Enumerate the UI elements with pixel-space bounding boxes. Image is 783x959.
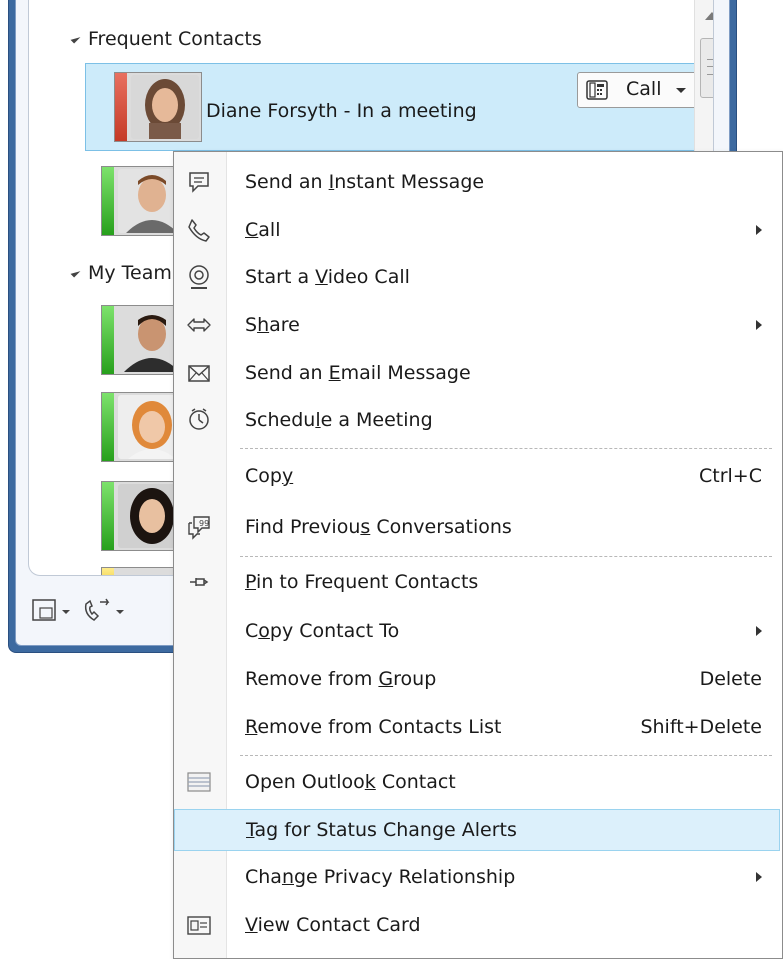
menu-item-send-instant-message[interactable]: Send an Instant Message [174, 162, 780, 202]
call-button[interactable]: Call [577, 72, 697, 108]
menu-item-remove-from-contacts-list[interactable]: Remove from Contacts List Shift+Delete [174, 707, 780, 747]
contact-name: Diane Forsyth - In a meeting [206, 100, 477, 122]
menu-item-change-privacy-relationship[interactable]: Change Privacy Relationship [174, 857, 780, 897]
presence-indicator-away [102, 568, 114, 575]
submenu-arrow-icon [756, 320, 762, 330]
collapse-triangle-icon[interactable] [70, 33, 81, 44]
avatar [114, 72, 202, 142]
envelope-icon [186, 360, 212, 386]
outlook-contact-icon [186, 769, 212, 795]
svg-text:99: 99 [199, 519, 209, 528]
chat-bubble-icon [186, 169, 212, 195]
contact-context-menu: Send an Instant Message Call Start a Vid… [173, 151, 783, 959]
submenu-arrow-icon [756, 626, 762, 636]
menu-item-remove-from-group[interactable]: Remove from Group Delete [174, 659, 780, 699]
conversation-icon[interactable] [32, 598, 72, 628]
collapse-triangle-icon[interactable] [70, 267, 81, 278]
menu-item-find-previous-conversations[interactable]: 99 Find Previous Conversations [174, 507, 780, 547]
grip-icon [707, 59, 713, 75]
menu-item-share[interactable]: Share [174, 305, 780, 345]
phone-icon [186, 217, 212, 243]
scrollbar-thumb[interactable] [700, 38, 713, 98]
menu-item-view-contact-card[interactable]: View Contact Card [174, 905, 780, 945]
group-header-my-team[interactable]: My Team [70, 262, 172, 284]
scroll-up-arrow-icon[interactable] [705, 12, 713, 20]
desk-phone-icon [586, 79, 608, 100]
menu-separator [240, 755, 772, 756]
submenu-arrow-icon [756, 872, 762, 882]
shortcut-copy: Ctrl+C [699, 465, 762, 487]
contact-row-selected[interactable]: Diane Forsyth - In a meeting Call [85, 63, 705, 151]
call-button-label: Call [626, 78, 662, 100]
presence-indicator-available [102, 393, 114, 461]
menu-item-schedule-meeting[interactable]: Schedule a Meeting [174, 400, 780, 440]
shortcut-delete: Delete [699, 668, 762, 690]
menu-item-tag-for-status-change-alerts[interactable]: Tag for Status Change Alerts [174, 809, 780, 851]
presence-indicator-available [102, 167, 114, 235]
phone-forward-icon[interactable] [82, 598, 128, 628]
contact-card-icon [186, 912, 212, 938]
menu-item-send-email[interactable]: Send an Email Message [174, 353, 780, 393]
presence-indicator-available [102, 306, 114, 374]
menu-item-start-video-call[interactable]: Start a Video Call [174, 257, 780, 297]
meeting-clock-icon [186, 407, 212, 433]
menu-item-call[interactable]: Call [174, 210, 780, 250]
menu-item-open-outlook-contact[interactable]: Open Outlook Contact [174, 762, 780, 802]
shortcut-shift-delete: Shift+Delete [640, 716, 762, 738]
chevron-down-icon [676, 88, 686, 93]
menu-separator [240, 556, 772, 557]
pin-icon [186, 569, 212, 595]
submenu-arrow-icon [756, 225, 762, 235]
presence-indicator-available [102, 482, 114, 550]
menu-separator [240, 448, 772, 449]
contact-photo [131, 75, 199, 139]
presence-indicator-busy [115, 73, 127, 141]
menu-item-pin-to-frequent-contacts[interactable]: Pin to Frequent Contacts [174, 562, 780, 602]
menu-item-copy-contact-to[interactable]: Copy Contact To [174, 611, 780, 651]
webcam-icon [186, 264, 212, 290]
share-arrows-icon [186, 312, 212, 338]
menu-item-copy[interactable]: Copy Ctrl+C [174, 456, 780, 496]
conversation-history-icon: 99 [186, 514, 212, 540]
group-header-frequent-contacts[interactable]: Frequent Contacts [70, 28, 262, 50]
